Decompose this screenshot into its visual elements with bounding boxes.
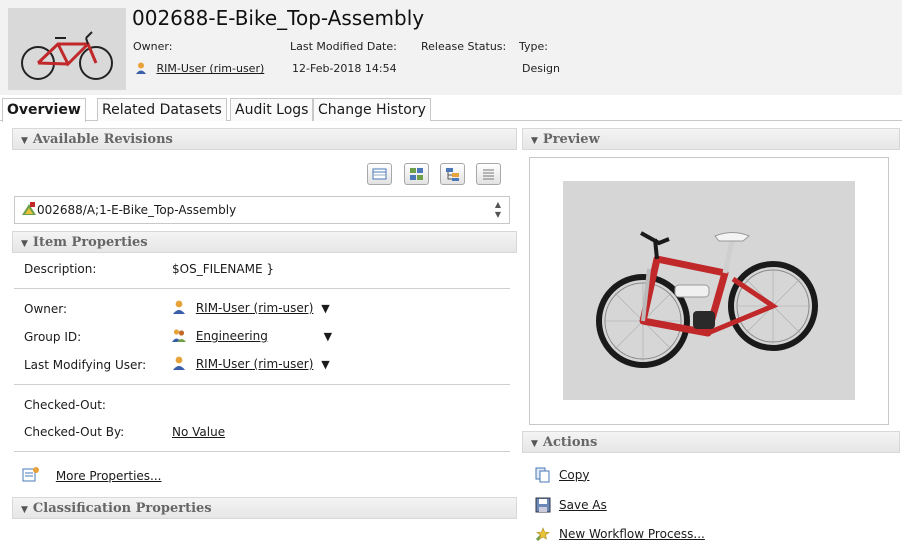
- available-revisions-title: Available Revisions: [32, 132, 173, 147]
- item-properties-title: Item Properties: [32, 235, 148, 250]
- classification-properties-header[interactable]: ▼ Classification Properties: [12, 497, 517, 519]
- available-revisions-header[interactable]: ▼ Available Revisions: [12, 128, 517, 150]
- classification-properties-title: Classification Properties: [32, 501, 212, 516]
- item-properties-header[interactable]: ▼ Item Properties: [12, 231, 517, 253]
- divider: [14, 451, 510, 452]
- type-value: Design: [522, 62, 560, 75]
- bike-preview-image: [563, 181, 855, 400]
- copy-link[interactable]: Copy: [559, 468, 589, 482]
- user-icon: [172, 356, 186, 370]
- last-modified-label: Last Modified Date:: [290, 40, 397, 53]
- checked-out-by-label: Checked-Out By:: [24, 425, 125, 439]
- last-modifying-user-link[interactable]: RIM-User (rim-user): [196, 357, 314, 371]
- release-status-label: Release Status:: [421, 40, 507, 53]
- new-workflow-link[interactable]: New Workflow Process...: [559, 527, 705, 541]
- tab-audit-logs[interactable]: Audit Logs: [230, 98, 314, 121]
- checked-out-by-value[interactable]: No Value: [172, 425, 225, 439]
- tab-overview[interactable]: Overview: [2, 98, 86, 122]
- item-title: 002688-E-Bike_Top-Assembly: [132, 6, 425, 30]
- last-modified-value: 12-Feb-2018 14:54: [292, 62, 397, 75]
- checked-out-label: Checked-Out:: [24, 398, 106, 412]
- thumbnail-view-button[interactable]: [404, 163, 429, 185]
- owner-link[interactable]: RIM-User (rim-user): [157, 62, 265, 75]
- save-as-icon: [535, 497, 551, 513]
- group-id-label: Group ID:: [24, 330, 82, 344]
- collapse-triangle-icon: ▼: [21, 136, 28, 146]
- group-id-link[interactable]: Engineering: [196, 329, 268, 343]
- dropdown-arrow-icon[interactable]: ▼: [324, 330, 332, 343]
- dropdown-arrow-icon[interactable]: ▼: [321, 358, 329, 371]
- owner-prop-label: Owner:: [24, 302, 68, 316]
- user-icon: [172, 300, 186, 314]
- collapse-triangle-icon: ▼: [531, 439, 538, 449]
- preview-header[interactable]: ▼ Preview: [522, 128, 900, 150]
- tab-change-history[interactable]: Change History: [313, 98, 431, 121]
- dropdown-arrow-icon[interactable]: ▼: [321, 302, 329, 315]
- more-properties-link[interactable]: More Properties...: [56, 469, 162, 483]
- divider: [14, 288, 510, 289]
- owner-prop-link[interactable]: RIM-User (rim-user): [196, 301, 314, 315]
- divider: [14, 384, 510, 385]
- tab-related-datasets[interactable]: Related Datasets: [97, 98, 227, 121]
- last-modifying-user-value[interactable]: RIM-User (rim-user) ▼: [172, 356, 330, 371]
- properties-icon: [22, 466, 40, 482]
- list-view-button[interactable]: [476, 163, 501, 185]
- collapse-triangle-icon: ▼: [531, 136, 538, 146]
- actions-title: Actions: [542, 435, 598, 450]
- table-view-button[interactable]: [367, 163, 392, 185]
- owner-label: Owner:: [133, 40, 173, 53]
- owner-prop-value[interactable]: RIM-User (rim-user) ▼: [172, 300, 330, 315]
- collapse-triangle-icon: ▼: [21, 505, 28, 515]
- tree-view-button[interactable]: [440, 163, 465, 185]
- copy-action[interactable]: Copy: [535, 467, 589, 483]
- last-modifying-user-label: Last Modifying User:: [24, 358, 147, 372]
- save-as-link[interactable]: Save As: [559, 498, 607, 512]
- more-properties-row[interactable]: More Properties...: [22, 466, 161, 483]
- collapse-triangle-icon: ▼: [21, 239, 28, 249]
- group-id-value[interactable]: Engineering ▼: [172, 328, 332, 343]
- revision-icon: [21, 200, 37, 216]
- description-label: Description:: [24, 262, 97, 276]
- workflow-icon: [535, 526, 551, 542]
- save-as-action[interactable]: Save As: [535, 497, 607, 513]
- spinner-icon[interactable]: ▲ ▼: [495, 200, 501, 220]
- revision-value: 002688/A;1-E-Bike_Top-Assembly: [37, 203, 237, 217]
- group-icon: [172, 328, 186, 342]
- copy-icon: [535, 467, 551, 483]
- user-icon: [135, 62, 147, 74]
- description-value: $OS_FILENAME }: [172, 262, 274, 276]
- type-label: Type:: [519, 40, 548, 53]
- owner-user[interactable]: RIM-User (rim-user): [135, 62, 264, 75]
- new-workflow-action[interactable]: New Workflow Process...: [535, 526, 705, 542]
- preview-title: Preview: [542, 132, 600, 147]
- actions-header[interactable]: ▼ Actions: [522, 431, 900, 453]
- bike-thumbnail: [8, 8, 126, 90]
- revision-selector[interactable]: 002688/A;1-E-Bike_Top-Assembly ▲ ▼: [14, 196, 510, 224]
